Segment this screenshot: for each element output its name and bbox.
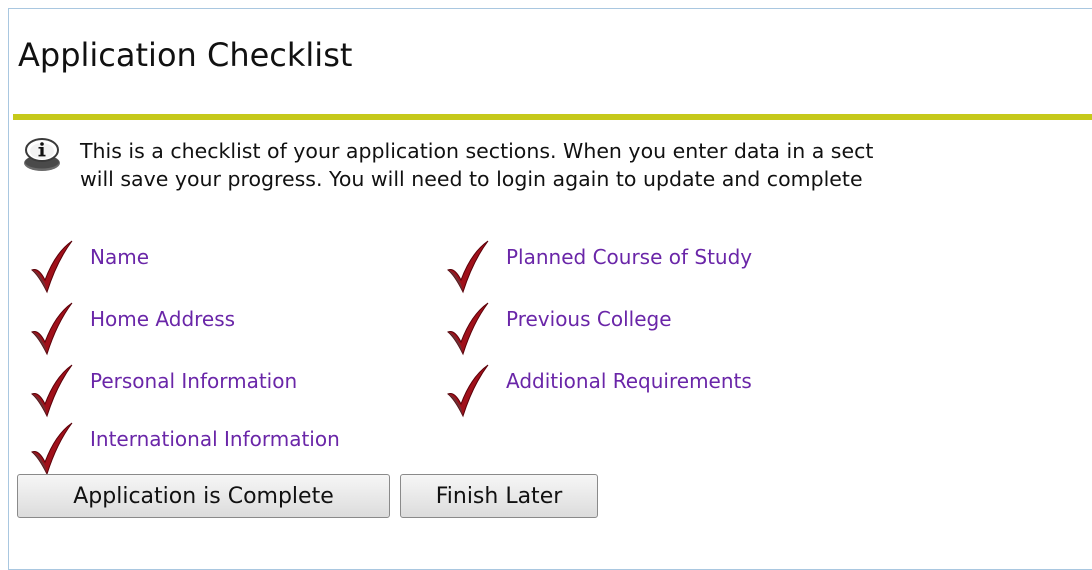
checklist-link-name[interactable]: Name	[90, 245, 149, 269]
checklist-link-planned-course-of-study[interactable]: Planned Course of Study	[506, 245, 752, 269]
checkmark-icon	[31, 364, 73, 418]
info-message: This is a checklist of your application …	[80, 137, 873, 193]
checkmark-icon	[447, 364, 489, 418]
info-icon	[24, 138, 60, 171]
checklist-link-additional-requirements[interactable]: Additional Requirements	[506, 369, 752, 393]
checklist-link-international-information[interactable]: International Information	[90, 427, 340, 451]
checkmark-icon	[447, 240, 489, 294]
checkmark-icon	[31, 302, 73, 356]
info-message-line-2: will save your progress. You will need t…	[80, 167, 863, 191]
checkmark-icon	[31, 240, 73, 294]
checklist-link-previous-college[interactable]: Previous College	[506, 307, 672, 331]
application-complete-button[interactable]: Application is Complete	[17, 474, 390, 518]
info-message-line-1: This is a checklist of your application …	[80, 139, 874, 163]
page-title: Application Checklist	[18, 36, 353, 74]
title-divider	[13, 114, 1092, 120]
finish-later-button[interactable]: Finish Later	[400, 474, 598, 518]
checklist-link-home-address[interactable]: Home Address	[90, 307, 235, 331]
checklist-link-personal-information[interactable]: Personal Information	[90, 369, 297, 393]
checkmark-icon	[31, 422, 73, 476]
checkmark-icon	[447, 302, 489, 356]
